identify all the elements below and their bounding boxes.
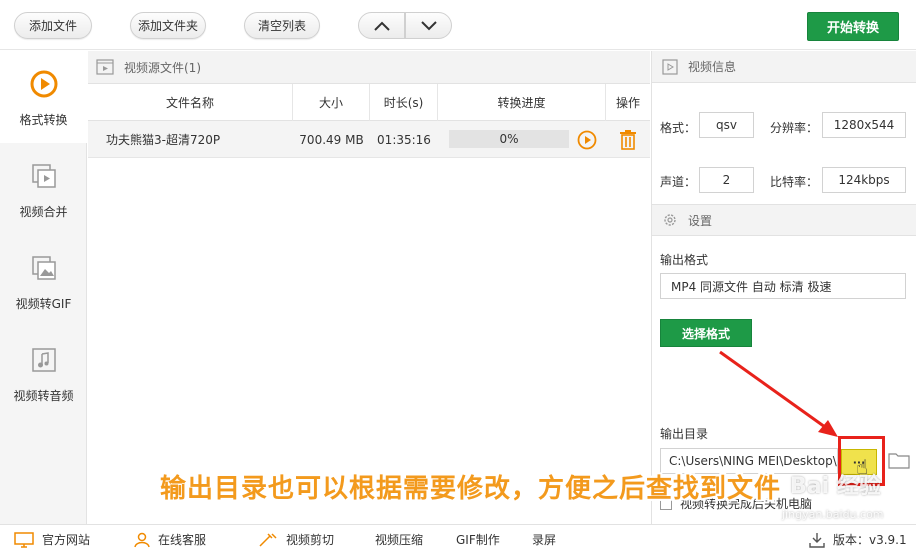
channel-value: 2 [699, 167, 754, 193]
gif-icon [29, 253, 59, 283]
output-dir-label: 输出目录 [660, 427, 709, 441]
file-duration: 01:35:16 [377, 132, 431, 147]
move-down-button[interactable] [405, 12, 452, 39]
sidebar-item-label: 格式转换 [19, 113, 68, 127]
chevron-up-icon [373, 21, 390, 31]
toolbar: 添加文件 添加文件夹 清空列表 开始转换 [0, 0, 916, 50]
sidebar-item-format-convert[interactable]: 格式转换 [0, 51, 87, 143]
right-panel: 视频信息 格式： qsv 分辨率： 1280x544 声道： 2 比特率： 12… [651, 51, 916, 524]
service-link[interactable]: 在线客服 [134, 531, 206, 548]
sidebar-item-label: 视频转GIF [15, 297, 72, 311]
play-icon[interactable] [577, 121, 599, 158]
service-label: 在线客服 [158, 533, 207, 547]
tools-icon [258, 532, 278, 548]
add-folder-button[interactable]: 添加文件夹 [130, 12, 206, 39]
bitrate-label: 比特率： [770, 175, 819, 189]
format-label: 格式： [660, 121, 697, 135]
select-format-button[interactable]: 选择格式 [660, 319, 752, 347]
column-header-name: 文件名称 [88, 84, 293, 121]
column-header-progress: 转换进度 [438, 84, 606, 121]
sidebar-item-merge[interactable]: 视频合并 [0, 143, 87, 235]
video-file-icon [96, 59, 114, 75]
sidebar-item-label: 视频合并 [19, 205, 68, 219]
start-convert-button[interactable]: 开始转换 [807, 12, 899, 41]
download-icon [809, 532, 825, 548]
resolution-label: 分辨率： [770, 121, 819, 135]
bottom-bar: 官方网站 在线客服 视频剪切 视频压缩 GIF制作 录屏 版本：v3.9.1 [0, 524, 916, 554]
table-header: 文件名称 大小 时长(s) 转换进度 操作 [88, 84, 650, 121]
sidebar-item-label: 视频转音频 [13, 389, 74, 403]
settings-header: 设置 [652, 204, 916, 236]
file-list-panel: 视频源文件(1) 文件名称 大小 时长(s) 转换进度 操作 功夫熊猫3-超清7… [88, 51, 650, 524]
sidebar-item-audio[interactable]: 视频转音频 [0, 327, 87, 419]
version-label: 版本：v3.9.1 [833, 533, 907, 547]
compress-link[interactable]: 视频压缩 [375, 531, 423, 548]
sidebar: 格式转换 视频合并 视频转GIF 视频转音频 [0, 51, 87, 524]
record-link[interactable]: 录屏 [532, 531, 556, 548]
progress-bar: 0% [449, 130, 569, 148]
bitrate-value: 124kbps [822, 167, 906, 193]
gif-link[interactable]: GIF制作 [456, 531, 500, 548]
settings-title: 设置 [688, 213, 713, 228]
column-header-duration: 时长(s) [370, 84, 438, 121]
format-value: qsv [699, 112, 754, 138]
sidebar-item-gif[interactable]: 视频转GIF [0, 235, 87, 327]
gear-icon [664, 214, 676, 226]
convert-icon [29, 69, 59, 99]
folder-icon[interactable] [888, 451, 910, 473]
channel-label: 声道： [660, 175, 697, 189]
merge-icon [29, 161, 59, 191]
column-header-action: 操作 [615, 96, 640, 110]
website-link[interactable]: 官方网站 [14, 531, 90, 548]
add-file-button[interactable]: 添加文件 [14, 12, 92, 39]
file-name: 功夫熊猫3-超清720P [106, 133, 221, 147]
watermark-url: jingyan.baidu.com [782, 508, 884, 521]
source-header: 视频源文件(1) [88, 51, 650, 84]
video-info-header: 视频信息 [652, 51, 916, 83]
resolution-value: 1280x544 [822, 112, 906, 138]
version-info: 版本：v3.9.1 [809, 531, 907, 548]
video-info-title: 视频信息 [688, 60, 737, 74]
video-info-icon [662, 58, 678, 75]
website-label: 官方网站 [42, 533, 91, 547]
output-format-field[interactable]: MP4 同源文件 自动 标清 极速 [660, 273, 906, 299]
move-up-button[interactable] [358, 12, 405, 39]
column-header-size: 大小 [293, 84, 370, 121]
trash-icon[interactable] [619, 121, 641, 158]
clear-list-button[interactable]: 清空列表 [244, 12, 320, 39]
file-size: 700.49 MB [299, 132, 364, 147]
audio-icon [29, 345, 59, 375]
source-header-title: 视频源文件(1) [124, 60, 201, 75]
tutorial-caption: 输出目录也可以根据需要修改，方便之后查找到文件 [160, 474, 782, 504]
cut-label: 视频剪切 [286, 533, 335, 547]
output-format-label: 输出格式 [660, 253, 709, 267]
table-row[interactable]: 功夫熊猫3-超清720P 700.49 MB 01:35:16 0% [88, 121, 650, 158]
user-icon [134, 532, 150, 548]
chevron-down-icon [420, 20, 437, 30]
cut-link[interactable]: 视频剪切 [258, 531, 334, 548]
watermark: Bai 经验 [790, 474, 881, 499]
monitor-icon [14, 531, 34, 548]
